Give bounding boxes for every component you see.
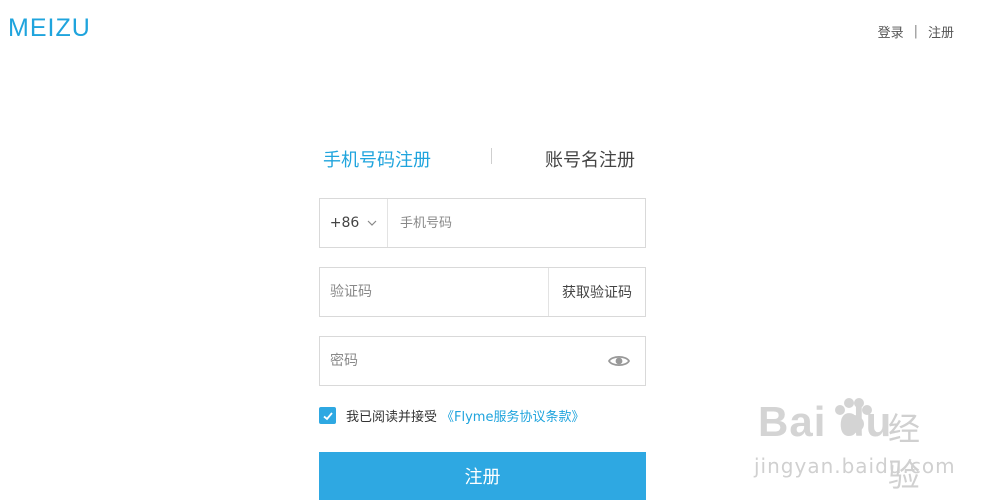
paw-icon <box>835 398 872 433</box>
check-icon <box>322 411 333 420</box>
agreement-text: 我已阅读并接受 <box>346 410 438 425</box>
eye-icon[interactable] <box>607 349 631 373</box>
get-code-button[interactable]: 获取验证码 <box>548 268 645 316</box>
tab-divider <box>491 148 492 164</box>
password-field <box>319 336 646 386</box>
password-input[interactable] <box>320 337 607 385</box>
country-code-value: +86 <box>329 215 360 231</box>
meizu-logo[interactable]: MEIZU <box>8 16 91 41</box>
tab-account-register[interactable]: 账号名注册 <box>545 146 635 172</box>
verification-code-input[interactable] <box>320 268 548 316</box>
baidu-watermark: Bai du 经验 jingyan.baidu.com <box>754 398 955 494</box>
agree-checkbox[interactable] <box>319 407 336 424</box>
terms-link[interactable]: 《Flyme服务协议条款》 <box>441 406 584 425</box>
top-nav: 登录 | 注册 <box>878 22 954 41</box>
login-link[interactable]: 登录 <box>878 22 904 41</box>
nav-separator: | <box>913 24 918 39</box>
register-link[interactable]: 注册 <box>928 22 954 41</box>
chevron-down-icon <box>367 220 377 226</box>
phone-input[interactable] <box>388 199 645 247</box>
country-code-select[interactable]: +86 <box>320 199 388 247</box>
phone-field: +86 <box>319 198 646 248</box>
register-form: 手机号码注册 账号名注册 +86 获取验证码 我已阅读并接受 《Flyme服务协 <box>319 140 646 500</box>
register-tabs: 手机号码注册 账号名注册 <box>319 140 646 174</box>
agreement-row: 我已阅读并接受 《Flyme服务协议条款》 <box>319 406 584 425</box>
code-field: 获取验证码 <box>319 267 646 317</box>
watermark-cn: 经验 <box>888 410 921 494</box>
watermark-url: jingyan.baidu.com <box>754 454 956 478</box>
submit-register-button[interactable]: 注册 <box>319 452 646 500</box>
tab-phone-register[interactable]: 手机号码注册 <box>323 146 431 172</box>
